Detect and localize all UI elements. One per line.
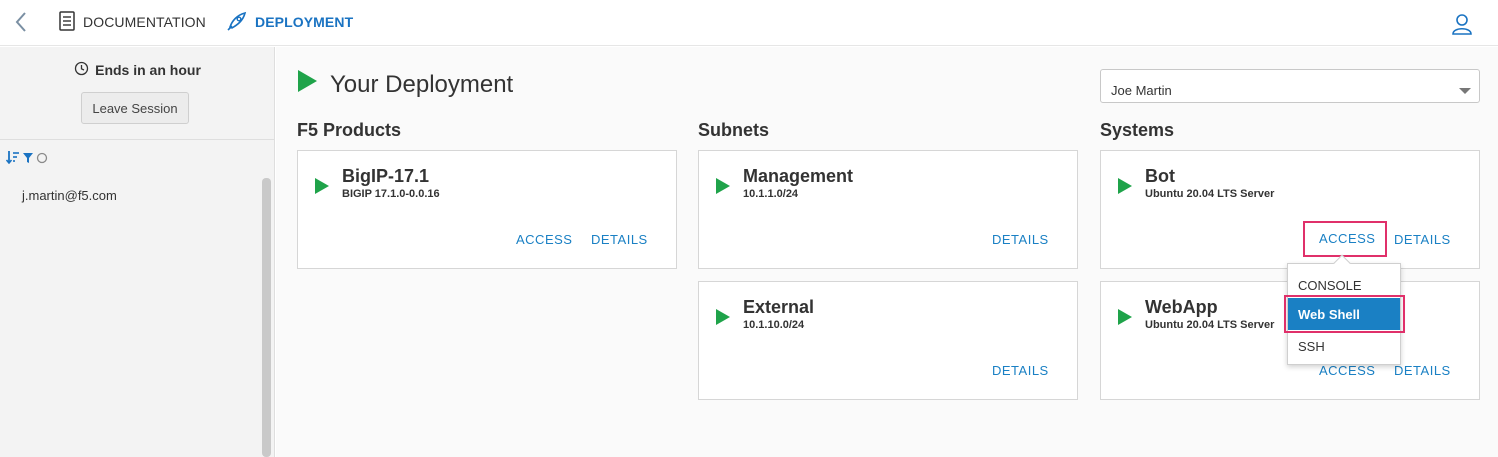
session-status: Ends in an hour [0, 61, 275, 79]
user-select[interactable]: Joe Martin [1100, 69, 1480, 103]
card-subtitle: Ubuntu 20.04 LTS Server [1145, 188, 1275, 200]
details-button[interactable]: DETAILS [591, 232, 648, 247]
column-title-products: F5 Products [297, 120, 402, 140]
details-button[interactable]: DETAILS [1394, 232, 1451, 247]
sidebar-tools [5, 150, 48, 169]
access-button[interactable]: ACCESS [1319, 363, 1375, 378]
access-button[interactable]: ACCESS [1303, 221, 1387, 257]
caret-down-icon [1459, 88, 1471, 94]
nav-documentation-label: DOCUMENTATION [83, 14, 206, 30]
sort-icon[interactable] [5, 150, 20, 169]
column-title-systems: Systems [1100, 120, 1175, 140]
nav-deployment-label: DEPLOYMENT [255, 14, 354, 30]
play-icon [296, 69, 318, 100]
leave-session-button[interactable]: Leave Session [81, 92, 189, 124]
card-subtitle: 10.1.10.0/24 [743, 319, 805, 331]
card-subtitle: BIGIP 17.1.0-0.0.16 [342, 188, 440, 200]
card-name: BigIP-17.1 [342, 166, 430, 186]
play-icon[interactable] [715, 177, 731, 200]
details-button[interactable]: DETAILS [1394, 363, 1451, 378]
page-title: Your Deployment [296, 69, 513, 100]
card-management: Management 10.1.1.0/24 DETAILS [698, 150, 1078, 269]
card-name: External [743, 297, 815, 317]
card-name: Bot [1145, 166, 1175, 186]
nav-deployment[interactable]: DEPLOYMENT [226, 11, 354, 34]
card-name: Management [743, 166, 854, 186]
column-title-subnets: Subnets [698, 120, 770, 140]
play-icon[interactable] [1117, 177, 1133, 200]
chevron-left-icon[interactable] [12, 10, 30, 34]
details-button[interactable]: DETAILS [992, 363, 1049, 378]
circle-icon[interactable] [36, 151, 48, 169]
card-name: WebApp [1145, 297, 1218, 317]
sidebar-scrollbar[interactable] [262, 178, 271, 457]
rocket-icon [226, 11, 255, 34]
filter-icon[interactable] [22, 151, 34, 169]
top-bar: DOCUMENTATION DEPLOYMENT [0, 0, 1498, 46]
session-user-email[interactable]: j.martin@f5.com [22, 188, 117, 203]
card-bigip: BigIP-17.1 BIGIP 17.1.0-0.0.16 ACCESS DE… [297, 150, 677, 269]
card-subtitle: 10.1.1.0/24 [743, 188, 799, 200]
card-bot: Bot Ubuntu 20.04 LTS Server ACCESS DETAI… [1100, 150, 1480, 269]
session-status-label: Ends in an hour [95, 62, 201, 78]
play-icon[interactable] [715, 308, 731, 331]
play-icon[interactable] [1117, 308, 1133, 331]
card-subtitle: Ubuntu 20.04 LTS Server [1145, 319, 1275, 331]
nav-documentation[interactable]: DOCUMENTATION [58, 10, 206, 34]
play-icon[interactable] [314, 177, 330, 200]
page-title-label: Your Deployment [330, 70, 514, 98]
card-external: External 10.1.10.0/24 DETAILS [698, 281, 1078, 400]
details-button[interactable]: DETAILS [992, 232, 1049, 247]
menu-item-ssh[interactable]: SSH [1288, 330, 1400, 362]
sidebar-divider [0, 139, 275, 140]
user-select-value: Joe Martin [1111, 83, 1172, 98]
selection-highlight [1284, 295, 1405, 333]
access-button[interactable]: ACCESS [516, 232, 572, 247]
clock-icon [74, 61, 95, 79]
document-icon [58, 10, 83, 34]
sidebar: Ends in an hour Leave Session j.martin@f… [0, 47, 275, 457]
user-icon[interactable] [1450, 12, 1474, 36]
